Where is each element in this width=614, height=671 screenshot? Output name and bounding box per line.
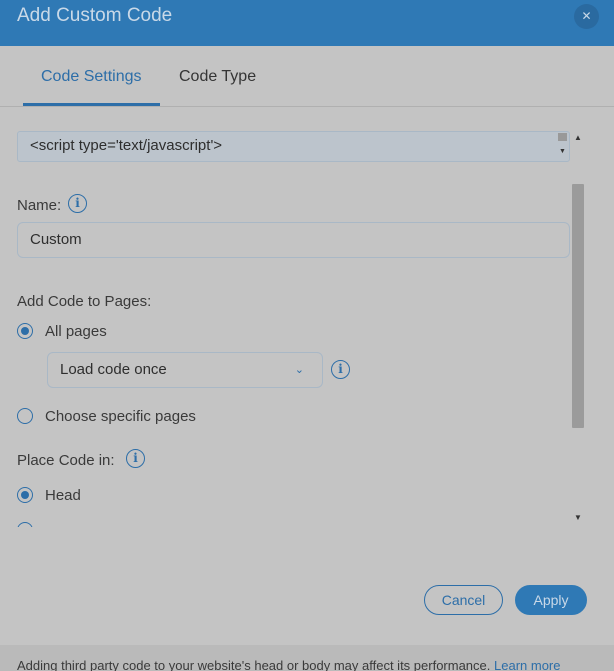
close-icon[interactable]: ✕ [574,4,599,29]
tab-bar: Code Settings Code Type [0,46,614,107]
scroll-thumb[interactable] [572,184,584,428]
learn-more-link[interactable]: Learn more [494,658,560,671]
code-textarea[interactable]: <script type='text/javascript'> ▼ [17,131,570,162]
place-code-label: Place Code in: [17,452,115,469]
info-icon[interactable]: i [68,194,87,213]
code-scrollbar[interactable]: ▼ [557,132,567,161]
chevron-down-icon: ⌄ [294,364,304,376]
dialog-title: Add Custom Code [17,5,173,26]
code-scroll-thumb[interactable] [558,133,567,141]
add-code-pages-label: Add Code to Pages: [17,293,152,310]
radio-head[interactable] [17,487,33,503]
radio-specific-pages[interactable] [17,408,33,424]
info-icon[interactable]: i [126,449,145,468]
radio-head-label[interactable]: Head [45,487,81,504]
radio-specific-pages-label[interactable]: Choose specific pages [45,408,196,425]
tab-code-settings[interactable]: Code Settings [23,46,160,106]
tab-code-type[interactable]: Code Type [161,46,274,106]
cancel-button[interactable]: Cancel [424,585,503,615]
radio-all-pages-label[interactable]: All pages [45,323,107,340]
name-label: Name: [17,197,62,214]
code-scroll-down-icon[interactable]: ▼ [559,148,566,155]
settings-scrollbar[interactable]: ▲ ▼ [570,131,586,524]
info-icon[interactable]: i [331,360,350,379]
settings-scroll-area: <script type='text/javascript'> ▼ Name: … [0,107,614,527]
name-input[interactable]: Custom [17,222,570,258]
scroll-down-icon[interactable]: ▼ [574,513,582,522]
load-code-select[interactable]: Load code once ⌄ [47,352,323,388]
radio-all-pages[interactable] [17,323,33,339]
dialog-header: Add Custom Code ✕ [0,0,614,46]
footer-text: Adding third party code to your website'… [17,658,560,671]
radio-body[interactable] [17,522,33,527]
footer-message: Adding third party code to your website'… [17,658,494,671]
scroll-up-icon[interactable]: ▲ [574,133,582,142]
code-text: <script type='text/javascript'> [30,137,223,154]
load-code-select-value: Load code once [60,361,167,378]
footer-notice: Adding third party code to your website'… [0,645,614,671]
apply-button[interactable]: Apply [515,585,587,615]
